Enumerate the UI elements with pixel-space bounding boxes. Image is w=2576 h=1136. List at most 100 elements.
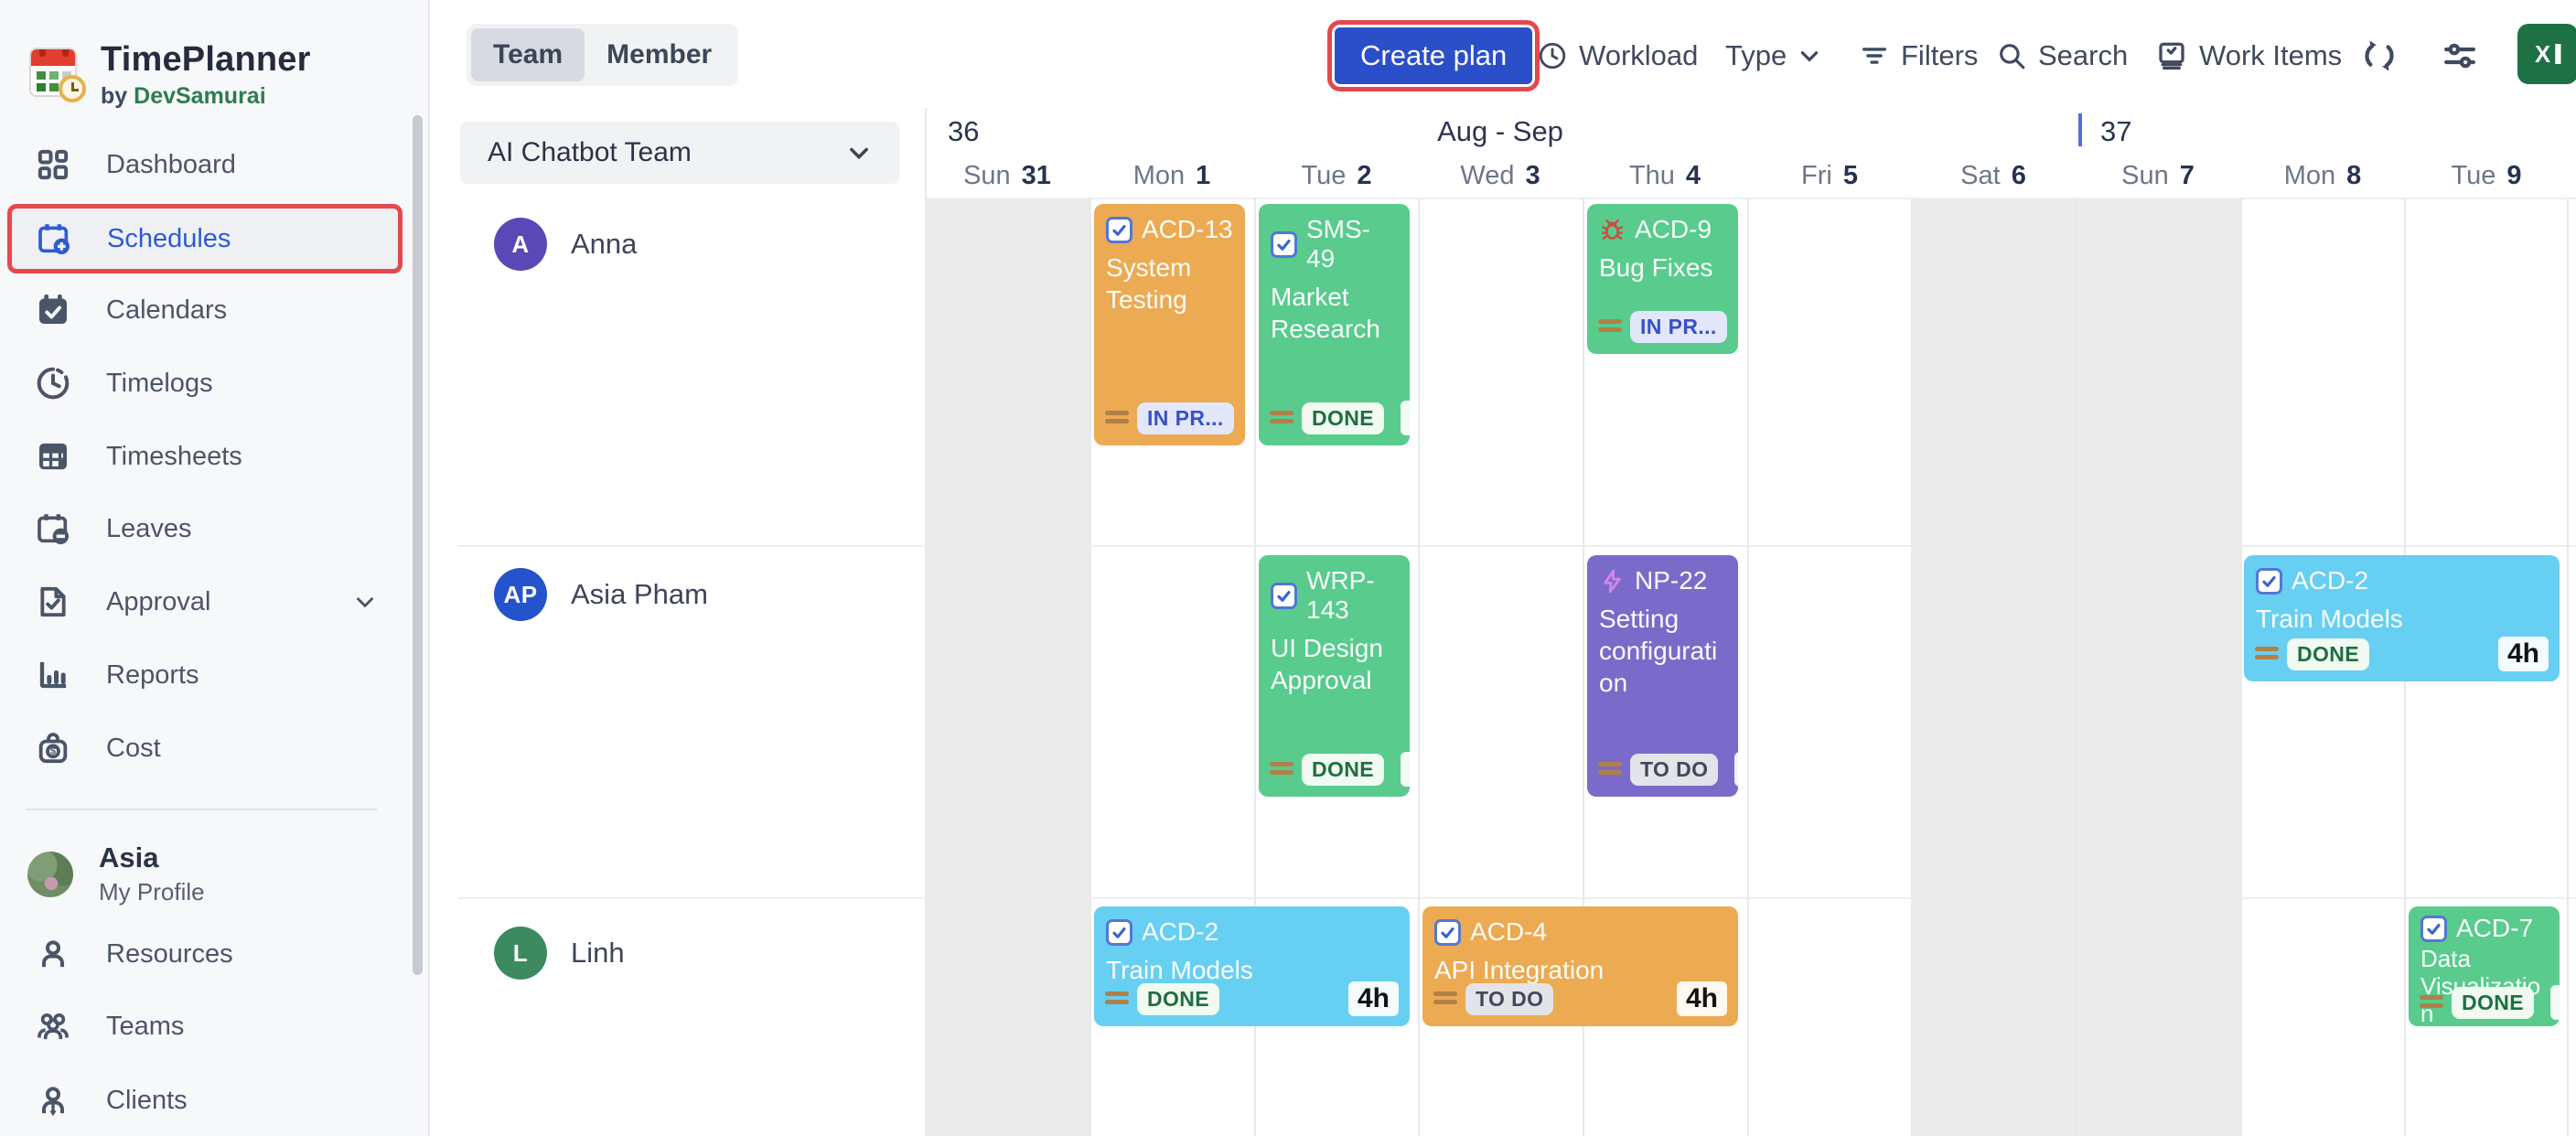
avatar — [27, 852, 73, 897]
month-range-label: Aug - Sep — [1437, 115, 1563, 148]
calendars-icon — [35, 292, 71, 328]
task-title: Train Models — [2256, 603, 2548, 635]
calendar-clock-logo-icon — [27, 44, 86, 102]
profile-name: Asia — [99, 841, 205, 874]
task-card[interactable]: ACD-9 Bug Fixes IN PR...5h — [1587, 204, 1738, 354]
chevron-down-icon — [846, 140, 872, 166]
sidebar-item-dashboard[interactable]: Dashboard — [7, 135, 402, 194]
workload-button[interactable]: Workload — [1537, 27, 1698, 84]
profile-entry[interactable]: Asia My Profile — [27, 841, 205, 906]
sidebar-item-resources[interactable]: Resources — [7, 925, 402, 983]
app-title: TimePlanner — [101, 40, 311, 80]
timeplanner-app: TimePlanner by DevSamurai Dashboard Sche… — [0, 0, 2576, 1136]
status-badge: DONE — [1302, 402, 1384, 434]
task-card[interactable]: WRP-143 UI Design Approval DONE 8h — [1259, 555, 1410, 797]
task-card[interactable]: SMS-49 Market Research DONE8h — [1259, 204, 1410, 445]
schedules-calendar-plus-icon — [36, 220, 72, 257]
sidebar-item-timesheets[interactable]: Timesheets — [7, 427, 402, 486]
member-name: Linh — [571, 937, 625, 970]
sidebar-item-timelogs[interactable]: Timelogs — [7, 354, 402, 413]
refresh-icon — [2360, 37, 2399, 75]
excel-export-button[interactable]: X — [2517, 24, 2576, 84]
grid-line — [2076, 198, 2077, 1136]
sidebar-item-clients[interactable]: Clients — [7, 1071, 402, 1130]
search-button[interactable]: Search — [1996, 27, 2128, 84]
grid-line — [1089, 198, 1091, 1136]
priority-medium-icon — [1105, 409, 1129, 427]
day-header: Fri5 — [1747, 157, 1912, 194]
status-badge: DONE — [1302, 754, 1384, 786]
avatar: L — [494, 927, 547, 980]
sidebar-item-calendars[interactable]: Calendars — [7, 281, 402, 339]
task-card[interactable]: ACD-4 API Integration TO DO4h — [1422, 906, 1738, 1026]
bug-icon — [1599, 217, 1626, 243]
sidebar-item-schedules[interactable]: Schedules — [7, 204, 402, 273]
view-toggle: Team Member — [467, 24, 738, 86]
member-name: Anna — [571, 228, 637, 261]
weekend-column — [2076, 199, 2240, 1136]
task-checkbox-icon — [1271, 231, 1297, 258]
task-key: ACD-2 — [2292, 566, 2368, 595]
priority-medium-icon — [2420, 993, 2443, 1012]
approval-document-check-icon — [35, 584, 71, 620]
display-settings-button[interactable] — [2441, 27, 2479, 84]
member-row-linh[interactable]: L Linh — [494, 927, 625, 980]
task-key: ACD-7 — [2456, 914, 2533, 943]
sidebar-item-label: Dashboard — [106, 150, 236, 180]
task-card[interactable]: ACD-13 System Testing IN PR...8h — [1094, 204, 1245, 445]
type-label: Type — [1725, 39, 1787, 72]
type-dropdown[interactable]: Type — [1725, 27, 1821, 84]
day-header: Mon8 — [2240, 157, 2405, 194]
day-header: Thu4 — [1583, 157, 1747, 194]
work-items-button[interactable]: Work Items — [2155, 27, 2342, 84]
sidebar-item-cost[interactable]: $ Cost — [7, 719, 402, 777]
view-toggle-member[interactable]: Member — [585, 28, 734, 81]
sidebar-item-label: Leaves — [106, 514, 192, 544]
member-row-asia-pham[interactable]: AP Asia Pham — [494, 568, 708, 621]
status-badge: DONE — [1137, 983, 1219, 1015]
day-header: Sun7 — [2076, 157, 2240, 194]
task-card[interactable]: NP-22 Setting configuration TO DO8h — [1587, 555, 1738, 797]
app-logo: TimePlanner by DevSamurai — [27, 40, 311, 110]
task-key: ACD-4 — [1470, 917, 1547, 947]
task-key: WRP-143 — [1306, 566, 1398, 625]
grid-line — [1418, 198, 1420, 1136]
status-badge: TO DO — [1630, 754, 1718, 786]
member-row-anna[interactable]: A Anna — [494, 218, 637, 271]
status-badge: DONE — [2287, 638, 2369, 670]
svg-text:X: X — [2535, 42, 2550, 68]
sidebar-item-label: Clients — [106, 1086, 188, 1116]
priority-medium-icon — [1433, 990, 1457, 1008]
task-card[interactable]: ACD-2 Train Models DONE4h — [2244, 555, 2560, 681]
workload-label: Workload — [1579, 39, 1698, 72]
day-header: Wed3 — [1418, 157, 1583, 194]
work-items-icon — [2155, 39, 2188, 72]
sidebar-item-label: Cost — [106, 734, 161, 764]
task-key: ACD-2 — [1142, 917, 1218, 947]
hours-badge: 4h — [1348, 981, 1399, 1016]
sync-button[interactable] — [2360, 27, 2399, 84]
sidebar-scrollbar[interactable] — [413, 115, 423, 975]
task-key: ACD-9 — [1635, 215, 1712, 244]
task-card[interactable]: ACD-7 Data Visualization DONE4h — [2409, 906, 2560, 1026]
task-title: UI Design Approval — [1271, 632, 1398, 696]
work-items-label: Work Items — [2199, 39, 2342, 72]
view-toggle-team[interactable]: Team — [471, 28, 585, 81]
priority-medium-icon — [2255, 645, 2279, 663]
sidebar-item-reports[interactable]: Reports — [7, 646, 402, 704]
create-plan-button[interactable]: Create plan — [1335, 27, 1532, 84]
priority-medium-icon — [1270, 409, 1293, 427]
weekend-column — [925, 199, 1089, 1136]
hours-badge: 8h — [1401, 752, 1410, 787]
sidebar-item-teams[interactable]: Teams — [7, 997, 402, 1056]
hours-badge: 4h — [1677, 981, 1727, 1016]
sidebar-item-leaves[interactable]: Leaves — [7, 499, 402, 558]
sidebar-item-approval[interactable]: Approval — [7, 573, 402, 631]
filters-button[interactable]: Filters — [1859, 27, 1978, 84]
chevron-down-icon — [1798, 44, 1821, 68]
team-selector-dropdown[interactable]: AI Chatbot Team — [460, 122, 899, 184]
task-card[interactable]: ACD-2 Train Models DONE4h — [1094, 906, 1410, 1026]
priority-medium-icon — [1598, 760, 1622, 778]
leaves-calendar-minus-icon — [35, 510, 71, 547]
sidebar-item-label: Timelogs — [106, 369, 213, 399]
